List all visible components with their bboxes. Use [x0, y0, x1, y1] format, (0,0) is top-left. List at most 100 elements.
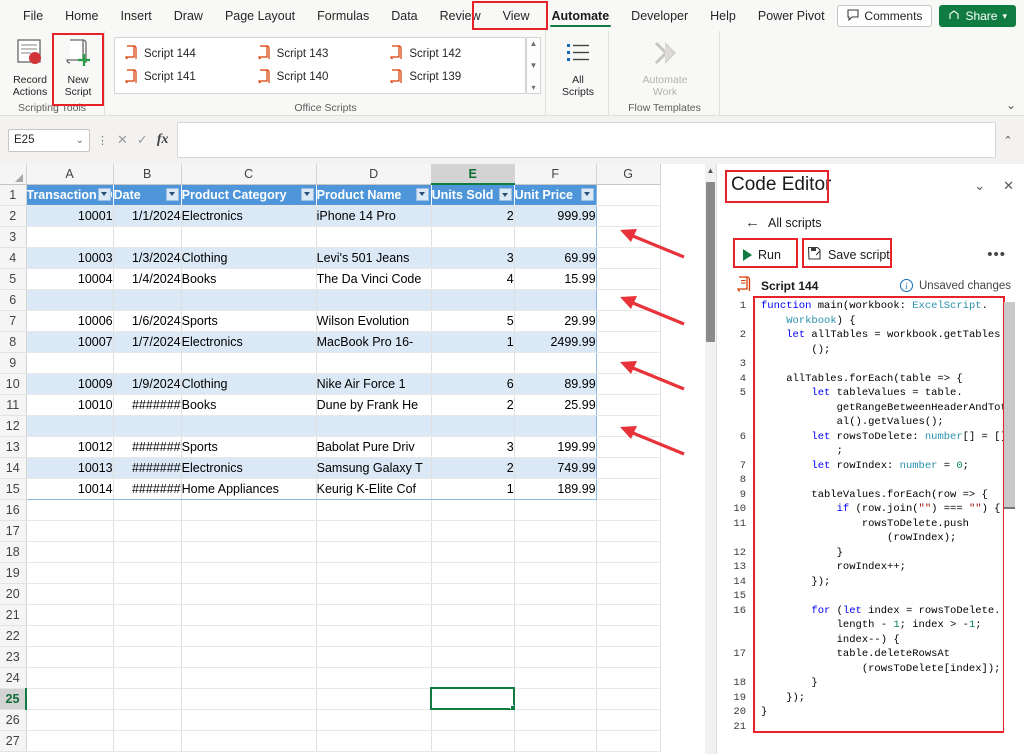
cell-f14[interactable]: 749.99 — [514, 457, 597, 479]
cell-f25[interactable] — [514, 688, 597, 710]
cell-b8[interactable]: 1/7/2024 — [113, 331, 182, 353]
cell-e26[interactable] — [431, 709, 515, 731]
cell-g5[interactable] — [596, 268, 661, 290]
cell-e12[interactable] — [431, 415, 515, 437]
tab-developer[interactable]: Developer — [620, 4, 699, 27]
gallery-script-141[interactable]: Script 141 — [121, 66, 254, 90]
gallery-scrollbar[interactable]: ▲ ▼ ▾ — [526, 37, 541, 94]
cell-f18[interactable] — [514, 541, 597, 563]
tab-view[interactable]: View — [492, 4, 541, 27]
cell-c7[interactable]: Sports — [181, 310, 317, 332]
cell-c9[interactable] — [181, 352, 317, 374]
cell-e15[interactable]: 1 — [431, 478, 515, 500]
filter-dropdown-icon[interactable] — [415, 187, 429, 201]
code-vertical-scrollbar[interactable] — [1004, 302, 1015, 752]
cell-e7[interactable]: 5 — [431, 310, 515, 332]
cell-e27[interactable] — [431, 730, 515, 752]
row-header-2[interactable]: 2 — [0, 205, 27, 227]
cell-b5[interactable]: 1/4/2024 — [113, 268, 182, 290]
cell-e16[interactable] — [431, 499, 515, 521]
cell-c6[interactable] — [181, 289, 317, 311]
cell-a16[interactable] — [26, 499, 114, 521]
confirm-icon[interactable]: ✓ — [137, 132, 148, 148]
cell-e13[interactable]: 3 — [431, 436, 515, 458]
cell-c17[interactable] — [181, 520, 317, 542]
cell-a12[interactable] — [25, 415, 114, 437]
row-header-10[interactable]: 10 — [0, 373, 27, 395]
row-header-20[interactable]: 20 — [0, 583, 27, 605]
cell-c25[interactable] — [181, 688, 317, 710]
row-header-26[interactable]: 26 — [0, 709, 27, 731]
cell-e11[interactable]: 2 — [431, 394, 515, 416]
cell-f9[interactable] — [514, 352, 597, 374]
row-header-3[interactable]: 3 — [0, 226, 27, 248]
cell-a10[interactable]: 10009 — [25, 373, 114, 395]
comments-button[interactable]: Comments — [837, 5, 933, 27]
row-header-14[interactable]: 14 — [0, 457, 27, 479]
cell-c27[interactable] — [181, 730, 317, 752]
active-cell-e25[interactable] — [430, 687, 516, 710]
cell-g10[interactable] — [596, 373, 661, 395]
cell-a27[interactable] — [26, 730, 114, 752]
code-area[interactable]: 1 2 3 4 5 6 7 8 9 10 11 12 13 14 15 16 1… — [727, 299, 1024, 754]
cell-b21[interactable] — [113, 604, 182, 626]
cell-e18[interactable] — [431, 541, 515, 563]
row-header-16[interactable]: 16 — [0, 499, 27, 521]
cell-a15[interactable]: 10014 — [25, 478, 114, 500]
row-header-5[interactable]: 5 — [0, 268, 27, 290]
cell-d23[interactable] — [316, 646, 432, 668]
cell-d25[interactable] — [316, 688, 432, 710]
cell-f2[interactable]: 999.99 — [514, 205, 597, 227]
cell-d21[interactable] — [316, 604, 432, 626]
record-actions-button[interactable]: Record Actions — [7, 36, 53, 98]
cell-d22[interactable] — [316, 625, 432, 647]
cell-b16[interactable] — [113, 499, 182, 521]
gallery-script-144[interactable]: Script 144 — [121, 42, 254, 66]
cell-c4[interactable]: Clothing — [181, 247, 317, 269]
cell-b26[interactable] — [113, 709, 182, 731]
row-header-18[interactable]: 18 — [0, 541, 27, 563]
column-header-a[interactable]: A — [26, 164, 114, 185]
cell-g26[interactable] — [596, 709, 661, 731]
cell-f17[interactable] — [514, 520, 597, 542]
cell-e20[interactable] — [431, 583, 515, 605]
cell-f10[interactable]: 89.99 — [514, 373, 597, 395]
row-header-4[interactable]: 4 — [0, 247, 27, 269]
all-scripts-button[interactable]: All Scripts — [555, 36, 601, 98]
cell-e2[interactable]: 2 — [431, 205, 515, 227]
automate-work-button[interactable]: Automate Work — [632, 36, 698, 98]
cell-a5[interactable]: 10004 — [25, 268, 114, 290]
cell-f3[interactable] — [514, 226, 597, 248]
cell-b14[interactable]: ####### — [113, 457, 182, 479]
cell-f22[interactable] — [514, 625, 597, 647]
cell-c26[interactable] — [181, 709, 317, 731]
row-header-12[interactable]: 12 — [0, 415, 27, 437]
table-header-product-category[interactable]: Product Category — [181, 184, 317, 206]
cell-a14[interactable]: 10013 — [25, 457, 114, 479]
row-header-17[interactable]: 17 — [0, 520, 27, 542]
cell-e6[interactable] — [431, 289, 515, 311]
cell-c21[interactable] — [181, 604, 317, 626]
row-header-23[interactable]: 23 — [0, 646, 27, 668]
cell-c10[interactable]: Clothing — [181, 373, 317, 395]
cell-c8[interactable]: Electronics — [181, 331, 317, 353]
cell-g18[interactable] — [596, 541, 661, 563]
formula-bar-grip-icon[interactable]: ⋮ — [97, 134, 108, 147]
cell-g13[interactable] — [596, 436, 661, 458]
insert-function-icon[interactable]: fx — [157, 132, 169, 148]
scroll-up-icon[interactable]: ▲ — [705, 166, 716, 180]
cell-e14[interactable]: 2 — [431, 457, 515, 479]
cell-b4[interactable]: 1/3/2024 — [113, 247, 182, 269]
cell-f19[interactable] — [514, 562, 597, 584]
cell-f16[interactable] — [514, 499, 597, 521]
cell-d6[interactable] — [316, 289, 432, 311]
cell-a21[interactable] — [26, 604, 114, 626]
row-header-6[interactable]: 6 — [0, 289, 27, 311]
cell-f20[interactable] — [514, 583, 597, 605]
cell-a24[interactable] — [26, 667, 114, 689]
cell-e21[interactable] — [431, 604, 515, 626]
ribbon-collapse-icon[interactable]: ⌄ — [1006, 98, 1016, 112]
cell-b10[interactable]: 1/9/2024 — [113, 373, 182, 395]
cell-c18[interactable] — [181, 541, 317, 563]
grid-vertical-scrollbar[interactable]: ▲ — [705, 164, 716, 754]
